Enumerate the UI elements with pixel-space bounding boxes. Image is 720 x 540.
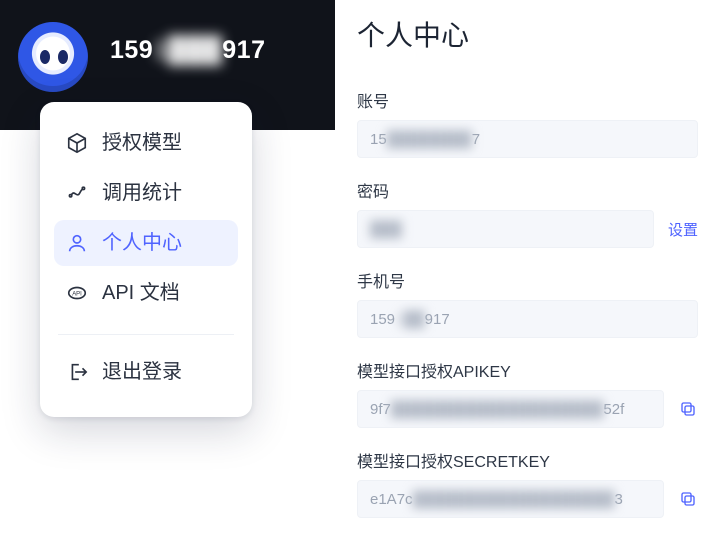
cube-icon [66,132,88,154]
field-password: 密码 ███ 设置 [357,178,698,248]
field-label: 账号 [357,88,698,112]
field-label: 手机号 [357,268,698,292]
profile-panel: 个人中心 账号 15████████7 密码 ███ 设置 手机号 [335,0,720,540]
copy-apikey-button[interactable] [678,399,698,419]
field-label: 模型接口授权APIKEY [357,358,698,382]
secretkey-input: e1A7c███████████████████3 [357,480,664,518]
menu-item-label: 个人中心 [102,233,182,253]
copy-secretkey-button[interactable] [678,489,698,509]
copy-icon [679,400,697,418]
username-prefix: 159 [110,36,153,64]
account-input: 15████████7 [357,120,698,158]
apikey-input: 9f7████████████████████52f [357,390,664,428]
svg-text:API: API [72,291,82,297]
menu-item-profile[interactable]: 个人中心 [54,220,238,266]
username-suffix: 917 [222,36,265,64]
copy-icon [679,490,697,508]
field-phone: 手机号 1591██917 [357,268,698,338]
field-label: 密码 [357,178,698,202]
username-mask: 1███ [153,36,222,64]
field-apikey: 模型接口授权APIKEY 9f7████████████████████52f [357,358,698,428]
username: 1591███917 [110,36,265,65]
user-menu: 授权模型 调用统计 个人中心 API API 文档 [40,102,252,417]
field-secretkey: 模型接口授权SECRETKEY e1A7c███████████████████… [357,448,698,518]
menu-divider [58,334,234,335]
logout-icon [66,361,88,383]
menu-item-api-docs[interactable]: API API 文档 [54,270,238,316]
menu-item-call-stats[interactable]: 调用统计 [54,170,238,216]
menu-item-logout[interactable]: 退出登录 [54,349,238,395]
api-icon: API [66,282,88,304]
menu-item-label: API 文档 [102,283,180,303]
menu-item-authorized-models[interactable]: 授权模型 [54,120,238,166]
user-icon [66,232,88,254]
menu-item-label: 调用统计 [102,183,182,203]
stats-icon [66,182,88,204]
avatar[interactable] [18,22,88,92]
phone-input: 1591██917 [357,300,698,338]
password-set-link[interactable]: 设置 [668,219,698,240]
field-label: 模型接口授权SECRETKEY [357,448,698,472]
page-title: 个人中心 [357,14,698,54]
password-input: ███ [357,210,654,248]
menu-item-label: 授权模型 [102,133,182,153]
field-account: 账号 15████████7 [357,88,698,158]
menu-item-label: 退出登录 [102,362,182,382]
